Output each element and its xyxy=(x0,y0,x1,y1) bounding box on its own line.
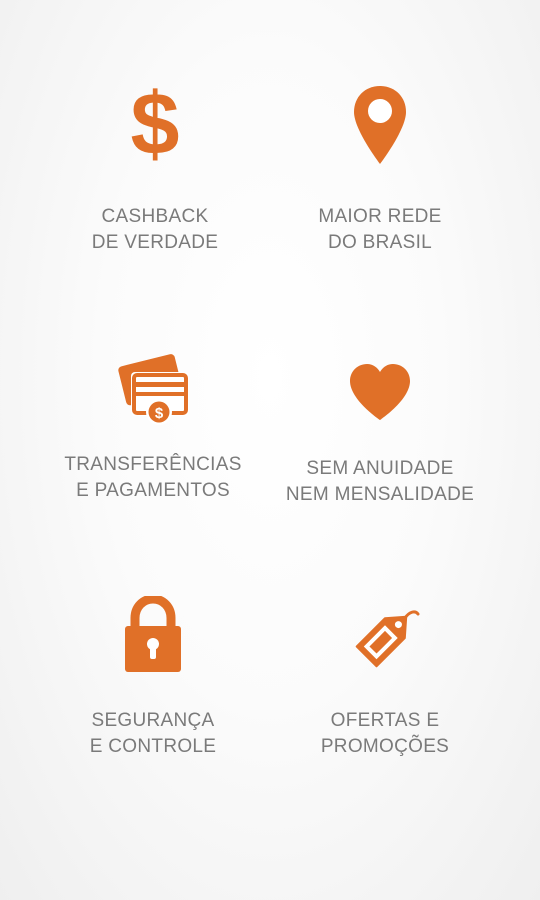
feature-ofertas-line2: PROMOÇÕES xyxy=(320,736,450,757)
feature-seguranca: SEGURANÇA E CONTROLE xyxy=(18,540,288,800)
padlock-icon-wrap xyxy=(18,596,288,674)
feature-seguranca-line1: SEGURANÇA xyxy=(91,710,215,731)
feature-seguranca-line2: E CONTROLE xyxy=(89,736,217,757)
feature-rede: MAIOR REDE DO BRASIL xyxy=(245,0,515,270)
feature-rede-caption: MAIOR REDE DO BRASIL xyxy=(245,204,515,256)
svg-text:$: $ xyxy=(131,84,180,166)
feature-anuidade-line2: NEM MENSALIDADE xyxy=(285,484,475,505)
map-pin-icon-wrap xyxy=(245,84,515,166)
padlock-icon xyxy=(125,596,181,672)
map-pin-icon xyxy=(354,86,406,164)
feature-seguranca-caption: SEGURANÇA E CONTROLE xyxy=(18,708,288,760)
feature-anuidade-line1: SEM ANUIDADE xyxy=(306,458,454,479)
feature-ofertas-caption: OFERTAS E PROMOÇÕES xyxy=(250,708,520,760)
feature-ofertas: OFERTAS E PROMOÇÕES xyxy=(250,540,520,800)
feature-ofertas-line1: OFERTAS E xyxy=(330,710,440,731)
heart-icon xyxy=(350,364,410,420)
dollar-icon: $ xyxy=(131,84,180,166)
feature-rede-line1: MAIOR REDE xyxy=(318,206,442,227)
feature-anuidade: SEM ANUIDADE NEM MENSALIDADE xyxy=(245,270,515,540)
feature-anuidade-caption: SEM ANUIDADE NEM MENSALIDADE xyxy=(245,456,515,508)
feature-rede-line2: DO BRASIL xyxy=(327,232,433,253)
price-tag-icon-wrap xyxy=(250,602,520,674)
cards-payment-icon: $ xyxy=(118,354,189,425)
price-tag-icon xyxy=(355,610,420,668)
svg-text:$: $ xyxy=(155,405,164,422)
heart-icon-wrap xyxy=(245,362,515,422)
